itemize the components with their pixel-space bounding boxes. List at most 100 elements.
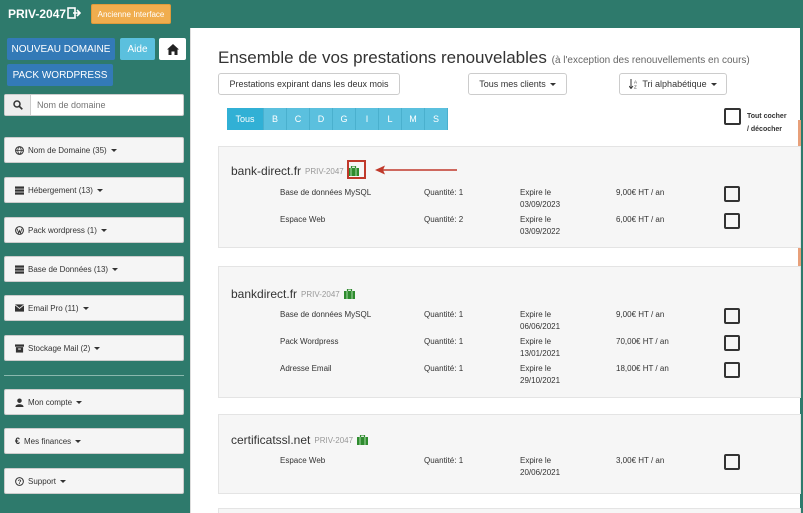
nav-hosting[interactable]: Hébergement (13) [4, 177, 184, 203]
nav-finances[interactable]: € Mes finances [4, 428, 184, 454]
new-domain-button[interactable]: NOUVEAU DOMAINE [7, 38, 115, 60]
briefcase-icon[interactable] [357, 435, 369, 445]
service-name: Base de données MySQL [280, 188, 372, 197]
chevron-down-icon [75, 439, 82, 443]
pack-wordpress-button[interactable]: PACK WORDPRESS [7, 64, 113, 86]
clients-filter-label: Tous mes clients [479, 79, 546, 89]
service-name: Adresse Email [280, 364, 332, 373]
svg-text:?: ? [18, 478, 22, 485]
card-domain: bankdirect.fr PRIV-2047 [231, 287, 355, 301]
service-row: Espace Web Quantité: 2 Expire le 03/09/20… [219, 213, 802, 240]
domain-search [4, 94, 184, 116]
letter-filter-g[interactable]: G [333, 108, 356, 130]
chevron-down-icon [549, 82, 556, 86]
database-icon [15, 264, 24, 274]
card-domain: bank-direct.fr PRIV-2047 [231, 164, 359, 178]
service-price: 3,00€ HT / an [616, 456, 665, 465]
client-tag: PRIV-2047 [301, 289, 340, 299]
nav-mail-storage[interactable]: Stockage Mail (2) [4, 335, 184, 361]
search-icon[interactable] [5, 95, 31, 115]
service-quantity: Quantité: 2 [424, 215, 464, 224]
briefcase-highlight-box [347, 160, 366, 179]
envelope-icon [15, 304, 24, 312]
client-tag: PRIV-2047 [314, 435, 354, 445]
expiring-filter-button[interactable]: Prestations expirant dans les deux mois [218, 73, 400, 95]
nav-support-label: Support [28, 476, 57, 486]
service-price: 9,00€ HT / an [616, 188, 665, 197]
service-row: Base de données MySQL Quantité: 1 Expire… [219, 308, 802, 335]
service-price: 6,00€ HT / an [616, 215, 665, 224]
question-icon: ? [15, 476, 24, 486]
page-subtitle: (à l'exception des renouvellements en co… [551, 55, 750, 66]
service-name: Base de données MySQL [280, 310, 372, 319]
nav-wordpress-label: Pack wordpress (1) [28, 225, 97, 235]
page-title: Ensemble de vos prestations renouvelable… [218, 48, 750, 68]
letter-filter-m[interactable]: M [402, 108, 425, 130]
nav-domains[interactable]: Nom de Domaine (35) [4, 137, 184, 163]
service-checkbox[interactable] [724, 335, 740, 351]
service-checkbox[interactable] [724, 454, 740, 470]
domain-search-input[interactable] [37, 97, 177, 113]
letter-filter-i[interactable]: I [356, 108, 379, 130]
briefcase-icon[interactable] [343, 289, 355, 299]
nav-email-pro[interactable]: Email Pro (11) [4, 295, 184, 321]
home-icon [166, 43, 179, 55]
chevron-down-icon [82, 306, 89, 310]
letter-filter-l[interactable]: L [379, 108, 402, 130]
service-expiry: Expire le 29/10/2021 [520, 364, 561, 385]
chevron-down-icon [112, 267, 119, 271]
nav-support[interactable]: ? Support [4, 468, 184, 494]
nav-hosting-label: Hébergement (13) [28, 185, 93, 195]
service-checkbox[interactable] [724, 186, 740, 202]
main-panel: Ensemble de vos prestations renouvelable… [190, 28, 802, 513]
letter-filter-c[interactable]: C [287, 108, 310, 130]
nav-account[interactable]: Mon compte [4, 389, 184, 415]
letter-filter-d[interactable]: D [310, 108, 333, 130]
service-card: certificatssl.net PRIV-2047 Espace Web Q… [218, 414, 801, 494]
domain-name: certificatssl.net [231, 433, 311, 447]
service-price: 70,00€ HT / an [616, 337, 669, 346]
letter-filter-s[interactable]: S [425, 108, 448, 130]
service-expiry: Expire le 20/06/2021 [520, 456, 561, 477]
chevron-down-icon [94, 346, 101, 350]
archive-icon [15, 343, 24, 353]
service-card: bankdirect.fr PRIV-2047 Base de données … [218, 266, 801, 398]
nav-databases[interactable]: Base de Données (13) [4, 256, 184, 282]
domain-name: bankdirect.fr [231, 287, 298, 301]
euro-icon: € [15, 436, 21, 446]
old-interface-button[interactable]: Ancienne Interface [91, 4, 171, 24]
check-all-checkbox[interactable] [724, 108, 741, 125]
logout-icon[interactable] [67, 6, 81, 20]
service-card [218, 508, 801, 513]
nav-domains-label: Nom de Domaine (35) [28, 145, 107, 155]
letter-filter-group: Tous B C D G I L M S [227, 108, 448, 130]
home-button[interactable] [159, 38, 186, 60]
service-quantity: Quantité: 1 [424, 310, 464, 319]
top-bar: PRIV-2047 Ancienne Interface [0, 0, 803, 28]
service-quantity: Quantité: 1 [424, 364, 464, 373]
service-checkbox[interactable] [724, 308, 740, 324]
service-quantity: Quantité: 1 [424, 188, 464, 197]
service-expiry: Expire le 13/01/2021 [520, 337, 561, 358]
sort-alpha-icon: AZ [629, 79, 637, 90]
server-icon [15, 185, 24, 195]
service-checkbox[interactable] [724, 362, 740, 378]
letter-filter-b[interactable]: B [264, 108, 287, 130]
clients-filter-dropdown[interactable]: Tous mes clients [468, 73, 567, 95]
svg-text:Z: Z [634, 85, 637, 90]
service-checkbox[interactable] [724, 213, 740, 229]
chevron-down-icon [100, 228, 107, 232]
service-expiry: Expire le 03/09/2023 [520, 188, 561, 209]
letter-filter-all[interactable]: Tous [227, 108, 264, 130]
nav-databases-label: Base de Données (13) [28, 264, 109, 274]
service-quantity: Quantité: 1 [424, 456, 464, 465]
nav-finances-label: Mes finances [24, 436, 72, 446]
sort-dropdown[interactable]: AZ Tri alphabétique [619, 73, 727, 95]
globe-icon [15, 145, 24, 155]
chevron-down-icon [710, 82, 717, 86]
nav-wordpress[interactable]: Pack wordpress (1) [4, 217, 184, 243]
card-domain: certificatssl.net PRIV-2047 [231, 433, 369, 447]
brand-label: PRIV-2047 [8, 7, 67, 21]
help-button[interactable]: Aide [120, 38, 155, 60]
service-expiry: Expire le 03/09/2022 [520, 215, 561, 236]
